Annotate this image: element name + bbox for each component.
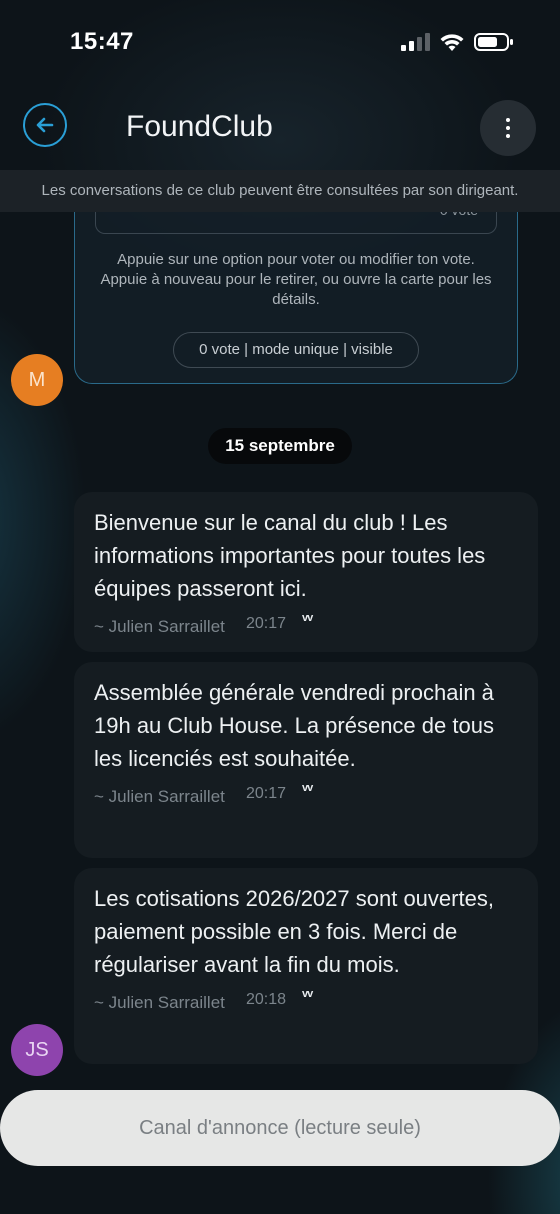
read-check-icon: vv [302,612,313,624]
poll-card[interactable]: 0 vote Appuie sur une option pour voter … [74,190,518,384]
message-author: ~ Julien Sarraillet [94,993,225,1012]
wifi-icon [440,34,464,51]
message-text: Les cotisations 2026/2027 sont ouvertes,… [94,886,494,977]
back-button[interactable] [23,103,67,147]
poll-help-text: Appuie sur une option pour voter ou modi… [100,251,492,308]
poll-summary-chip[interactable]: 0 vote | mode unique | visible [173,332,419,368]
message-author: ~ Julien Sarraillet [94,787,225,806]
chat-header: FoundClub [0,96,560,166]
club-notice-bar: Les conversations de ce club peuvent êtr… [0,170,560,212]
club-title: FoundClub [126,110,273,143]
more-options-button[interactable] [480,100,536,156]
avatar[interactable]: JS [11,1024,63,1076]
status-bar: 15:47 [0,0,560,84]
read-only-composer: Canal d'annonce (lecture seule) [0,1090,560,1166]
date-separator: 15 septembre [208,428,352,464]
message-time: 20:18 [246,991,287,1008]
message-meta: ~ Julien Sarraillet 20:18 vv [94,987,518,1017]
battery-icon [474,33,513,51]
status-time: 15:47 [70,28,134,55]
message-bubble[interactable]: Assemblée générale vendredi prochain à 1… [74,662,538,858]
message-bubble[interactable]: Bienvenue sur le canal du club ! Les inf… [74,492,538,652]
message-text: Assemblée générale vendredi prochain à 1… [94,680,494,771]
message-author: ~ Julien Sarraillet [94,617,225,636]
message-text: Bienvenue sur le canal du club ! Les inf… [94,510,486,601]
avatar[interactable]: M [11,354,63,406]
message-bubble[interactable]: Les cotisations 2026/2027 sont ouvertes,… [74,868,538,1064]
message-meta: ~ Julien Sarraillet 20:17 vv [94,611,518,641]
arrow-left-icon [36,117,54,133]
vertical-dots-icon [506,118,510,138]
message-time: 20:17 [246,615,287,632]
cellular-signal-icon [401,33,430,51]
read-check-icon: vv [302,988,313,1000]
message-time: 20:17 [246,785,287,802]
message-meta: ~ Julien Sarraillet 20:17 vv [94,781,518,811]
read-check-icon: vv [302,782,313,794]
